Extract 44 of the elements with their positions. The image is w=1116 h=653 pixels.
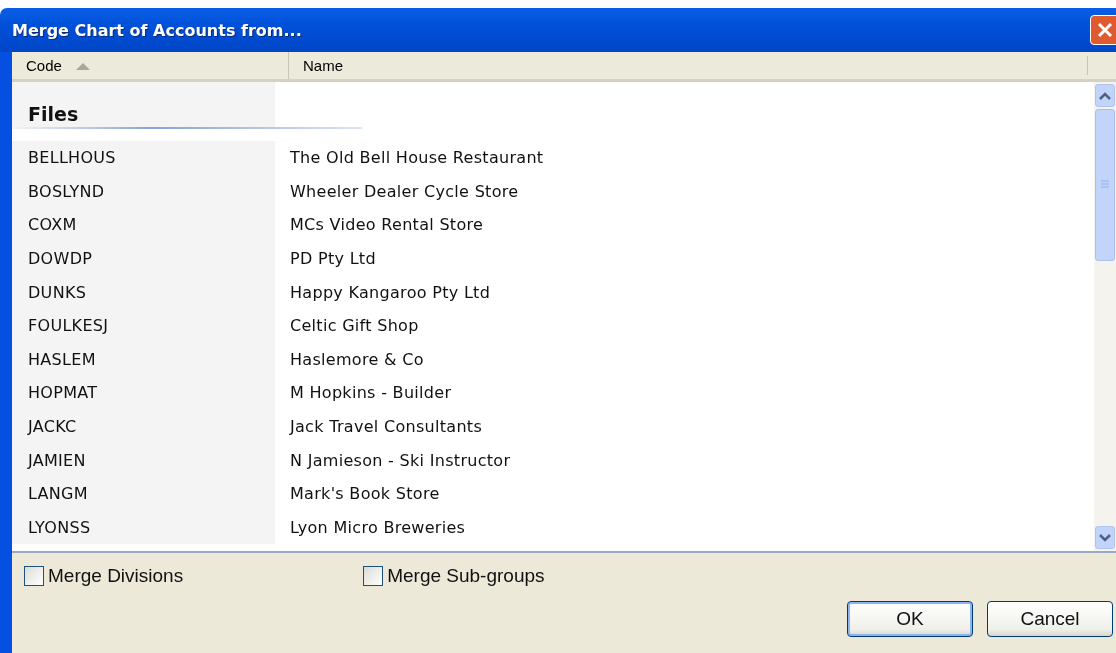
scroll-up-button[interactable] <box>1095 84 1115 107</box>
table-cell: Lyon Micro Breweries <box>290 517 466 537</box>
table-cell: LANGM <box>28 484 88 504</box>
column-header[interactable]: Code <box>12 52 289 79</box>
table-cell: The Old Bell House Restaurant <box>290 148 544 168</box>
column-header[interactable]: Name <box>289 56 1088 75</box>
checkbox-option[interactable]: Merge Sub-groups <box>363 565 545 587</box>
chevron-up-icon <box>1099 91 1111 100</box>
scroll-down-button[interactable] <box>1095 526 1115 549</box>
group-title: Files <box>28 103 79 127</box>
dialog-button[interactable]: OK <box>847 601 973 637</box>
scroll-thumb[interactable] <box>1095 109 1115 261</box>
table-cell: DUNKS <box>28 282 87 302</box>
table-cell: N Jamieson - Ski Instructor <box>290 450 511 470</box>
table-cell: JACKC <box>28 417 77 437</box>
checkbox[interactable] <box>363 566 384 586</box>
table-cell: MCs Video Rental Store <box>290 215 484 235</box>
table-cell: HOPMAT <box>28 383 98 403</box>
scrollbar[interactable] <box>1094 82 1116 551</box>
table-cell: Jack Travel Consultants <box>290 417 483 437</box>
close-button[interactable] <box>1090 15 1116 45</box>
table-cell: Wheeler Dealer Cycle Store <box>290 181 519 201</box>
table-cell: LYONSS <box>28 517 91 537</box>
table-cell: Mark's Book Store <box>290 484 440 504</box>
table-cell: DOWDP <box>28 249 93 269</box>
table-cell: FOULKESJ <box>28 316 109 336</box>
table-cell: JAMIEN <box>28 450 86 470</box>
table-cell: Happy Kangaroo Pty Ltd <box>290 282 491 302</box>
table-cell: PD Pty Ltd <box>290 249 376 269</box>
table-cell: BOSLYND <box>28 181 105 201</box>
checkbox[interactable] <box>24 566 44 586</box>
dialog-button[interactable]: Cancel <box>987 601 1113 637</box>
close-icon <box>1096 21 1114 39</box>
grip-icon <box>1101 180 1109 190</box>
table-cell: HASLEM <box>28 349 96 369</box>
table-cell: BELLHOUS <box>28 148 116 168</box>
table-cell: Haslemore & Co <box>290 349 424 369</box>
sort-ascending-icon <box>75 61 90 70</box>
checkbox-option[interactable]: Merge Divisions <box>24 565 184 587</box>
table-cell: COXM <box>28 215 77 235</box>
chevron-down-icon <box>1099 533 1111 542</box>
table-cell: Celtic Gift Shop <box>290 316 419 336</box>
window-title: Merge Chart of Accounts from... <box>12 20 302 40</box>
table-cell: M Hopkins - Builder <box>290 383 452 403</box>
